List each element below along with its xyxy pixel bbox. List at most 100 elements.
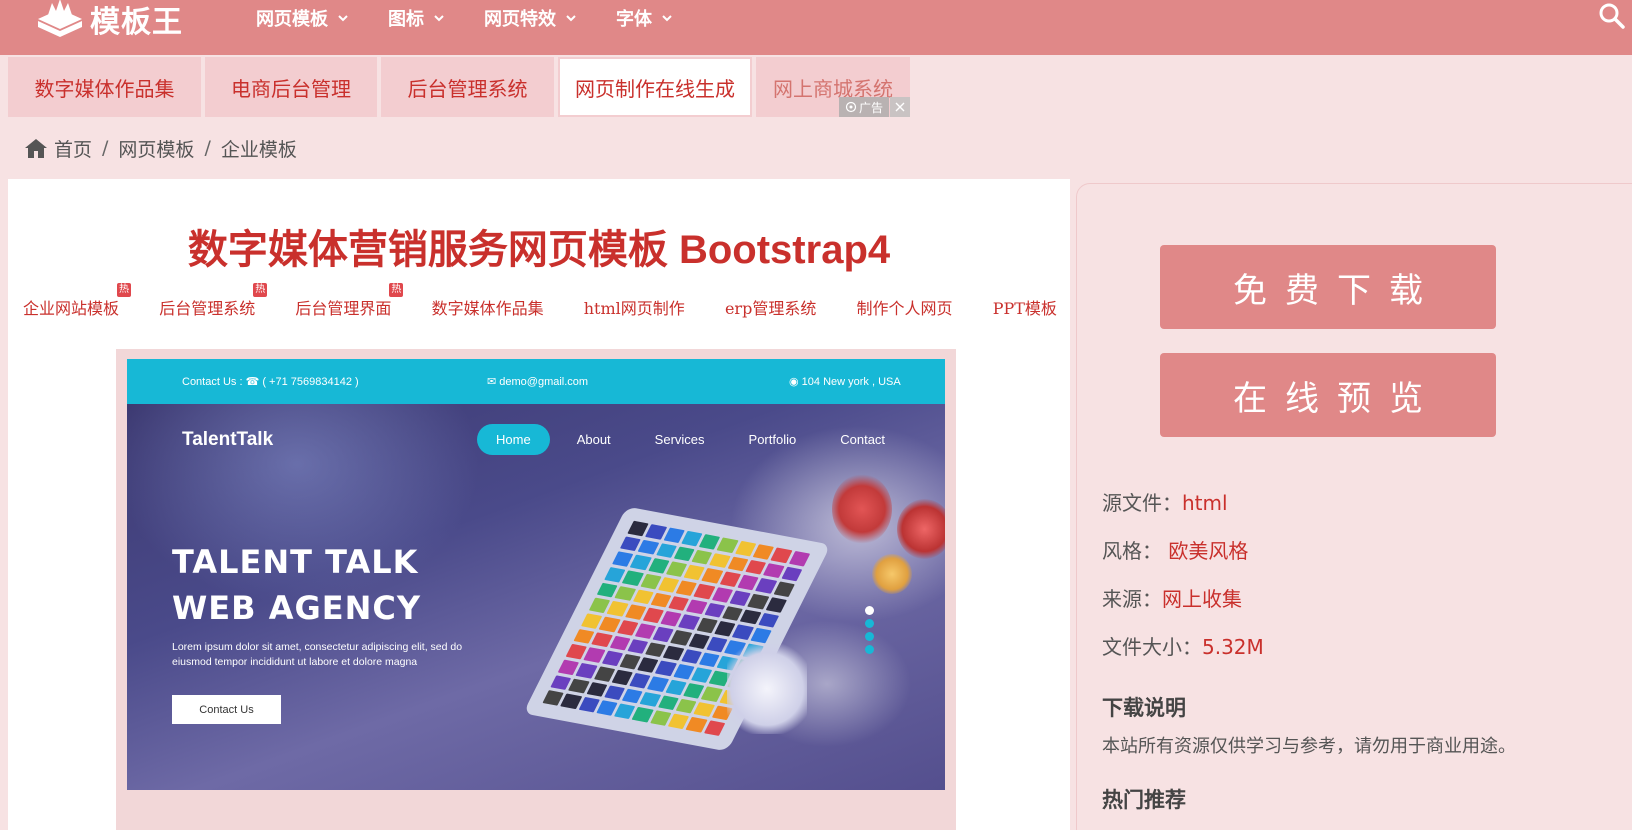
template-preview-image[interactable]: Contact Us : ☎ ( +71 7569834142 ) ✉ demo…: [127, 359, 945, 790]
logo[interactable]: 模板王: [34, 0, 183, 44]
download-notes-title: 下载说明: [1102, 696, 1186, 720]
info-label: 源文件：: [1102, 491, 1182, 515]
color-swatch: [560, 693, 582, 710]
color-swatch: [781, 566, 803, 582]
nav-item-templates[interactable]: 网页模板: [256, 0, 348, 36]
info-value: html: [1182, 491, 1228, 515]
breadcrumb-enterprise[interactable]: 企业模板: [221, 135, 297, 162]
tag-label: 后台管理系统: [159, 299, 256, 318]
ad-tab-media-portfolio[interactable]: 数字媒体作品集: [8, 57, 201, 117]
info-source-file: 源文件：html: [1102, 487, 1228, 516]
carousel-dot[interactable]: [865, 632, 874, 641]
carousel-indicators: [865, 606, 874, 658]
preview-nav-home[interactable]: Home: [477, 424, 550, 455]
color-swatch: [614, 585, 636, 602]
tag-label: html网页制作: [583, 299, 685, 318]
ad-label-text: 广告: [858, 100, 883, 115]
breadcrumb-separator: /: [102, 137, 109, 159]
nav-item-icons[interactable]: 图标: [388, 0, 444, 36]
ad-badge-text: 广告: [838, 97, 889, 117]
nav-item-label: 图标: [388, 9, 424, 30]
preview-contact-button[interactable]: Contact Us: [172, 695, 281, 724]
ad-tab-ecommerce-admin[interactable]: 电商后台管理: [205, 57, 377, 117]
ad-tab-admin-system[interactable]: 后台管理系统: [381, 57, 554, 117]
color-swatch: [606, 601, 629, 617]
preview-button[interactable]: 在线预览: [1160, 353, 1496, 437]
sidebar: 免费下载 在线预览 源文件：html 风格： 欧美风格 来源：网上收集 文件大小…: [1076, 183, 1632, 830]
tag-link[interactable]: PPT模板: [993, 295, 1063, 319]
preview-location: ◉ 104 New york , USA: [789, 376, 901, 388]
color-swatch: [757, 612, 780, 628]
tag-link[interactable]: 制作个人网页: [857, 295, 959, 319]
color-swatch: [575, 662, 598, 679]
flower-illustration: [897, 499, 945, 559]
breadcrumb-home[interactable]: 首页: [54, 135, 92, 162]
color-swatch: [765, 597, 787, 613]
tag-label: 后台管理界面: [295, 299, 392, 318]
color-swatch: [583, 647, 605, 663]
color-swatch: [568, 678, 590, 694]
tag-link[interactable]: 数字媒体作品集: [432, 295, 550, 319]
color-swatch: [645, 524, 667, 540]
preview-headline-line-2: WEB AGENCY: [172, 589, 422, 627]
carousel-dot[interactable]: [865, 606, 874, 615]
tag-link[interactable]: erp管理系统: [725, 295, 822, 319]
hot-recommend-title: 热门推荐: [1102, 788, 1186, 812]
chevron-down-icon: [662, 15, 672, 22]
chevron-down-icon: [434, 15, 444, 22]
preview-headline: TALENT TALK WEB AGENCY: [172, 539, 421, 631]
vase-illustration: [727, 644, 807, 734]
color-swatch: [637, 539, 660, 555]
close-icon[interactable]: [890, 97, 910, 117]
ad-tab-online-mall[interactable]: 网上商城系统 广告: [756, 57, 910, 117]
carousel-dot[interactable]: [865, 645, 874, 654]
preview-nav-about[interactable]: About: [577, 432, 611, 447]
info-value: 网上收集: [1162, 587, 1242, 611]
tag-link[interactable]: 后台管理系统 热: [159, 283, 268, 319]
nav-item-label: 网页模板: [256, 9, 328, 30]
preview-nav-contact[interactable]: Contact: [840, 432, 885, 447]
download-button[interactable]: 免费下载: [1160, 245, 1496, 329]
logo-icon: [38, 0, 82, 37]
breadcrumb: 首页 / 网页模板 / 企业模板: [24, 133, 297, 163]
info-value[interactable]: 欧美风格: [1168, 539, 1248, 563]
flower-illustration: [872, 554, 912, 594]
nav-item-fonts[interactable]: 字体: [616, 0, 672, 36]
flower-illustration: [832, 474, 892, 544]
tag-label: 企业网站模板: [23, 299, 120, 318]
breadcrumb-templates[interactable]: 网页模板: [118, 135, 194, 162]
tag-link[interactable]: 后台管理界面 热: [295, 283, 404, 319]
info-label: 文件大小：: [1102, 635, 1202, 659]
tag-link[interactable]: 企业网站模板 热: [23, 283, 132, 319]
chevron-down-icon: [566, 15, 576, 22]
color-swatch: [599, 616, 621, 632]
carousel-dot[interactable]: [865, 619, 874, 628]
hot-badge: 热: [389, 283, 404, 297]
color-swatch: [703, 720, 726, 736]
info-label: 来源：: [1102, 587, 1162, 611]
top-navbar: 模板王 网页模板 图标 网页特效 字体: [0, 0, 1632, 55]
info-origin: 来源：网上收集: [1102, 583, 1242, 612]
template-preview-frame: Contact Us : ☎ ( +71 7569834142 ) ✉ demo…: [116, 349, 956, 830]
info-value: 5.32M: [1202, 635, 1264, 659]
tag-link[interactable]: html网页制作: [584, 295, 691, 319]
color-swatch: [750, 628, 772, 644]
preview-topbar: Contact Us : ☎ ( +71 7569834142 ) ✉ demo…: [127, 359, 945, 404]
color-swatch: [629, 554, 652, 571]
ad-tab-online-builder[interactable]: 网页制作在线生成: [558, 57, 752, 117]
preview-nav-portfolio[interactable]: Portfolio: [749, 432, 797, 447]
home-icon: [25, 139, 47, 158]
preview-nav-services[interactable]: Services: [655, 432, 705, 447]
hot-badge: 热: [117, 283, 132, 297]
breadcrumb-separator: /: [204, 137, 211, 159]
ad-tab-bar: 数字媒体作品集 电商后台管理 后台管理系统 网页制作在线生成 网上商城系统 广告: [8, 57, 914, 117]
ad-info-icon: [845, 101, 857, 113]
page-title: 数字媒体营销服务网页模板 Bootstrap4: [187, 228, 891, 272]
search-icon[interactable]: [1598, 2, 1626, 30]
nav-item-effects[interactable]: 网页特效: [484, 0, 576, 36]
preview-contact: Contact Us : ☎ ( +71 7569834142 ): [182, 376, 359, 388]
info-style: 风格： 欧美风格: [1102, 535, 1248, 564]
tag-label: 数字媒体作品集: [431, 299, 544, 318]
info-label: 风格：: [1102, 539, 1169, 563]
tag-label: PPT模板: [992, 299, 1057, 318]
